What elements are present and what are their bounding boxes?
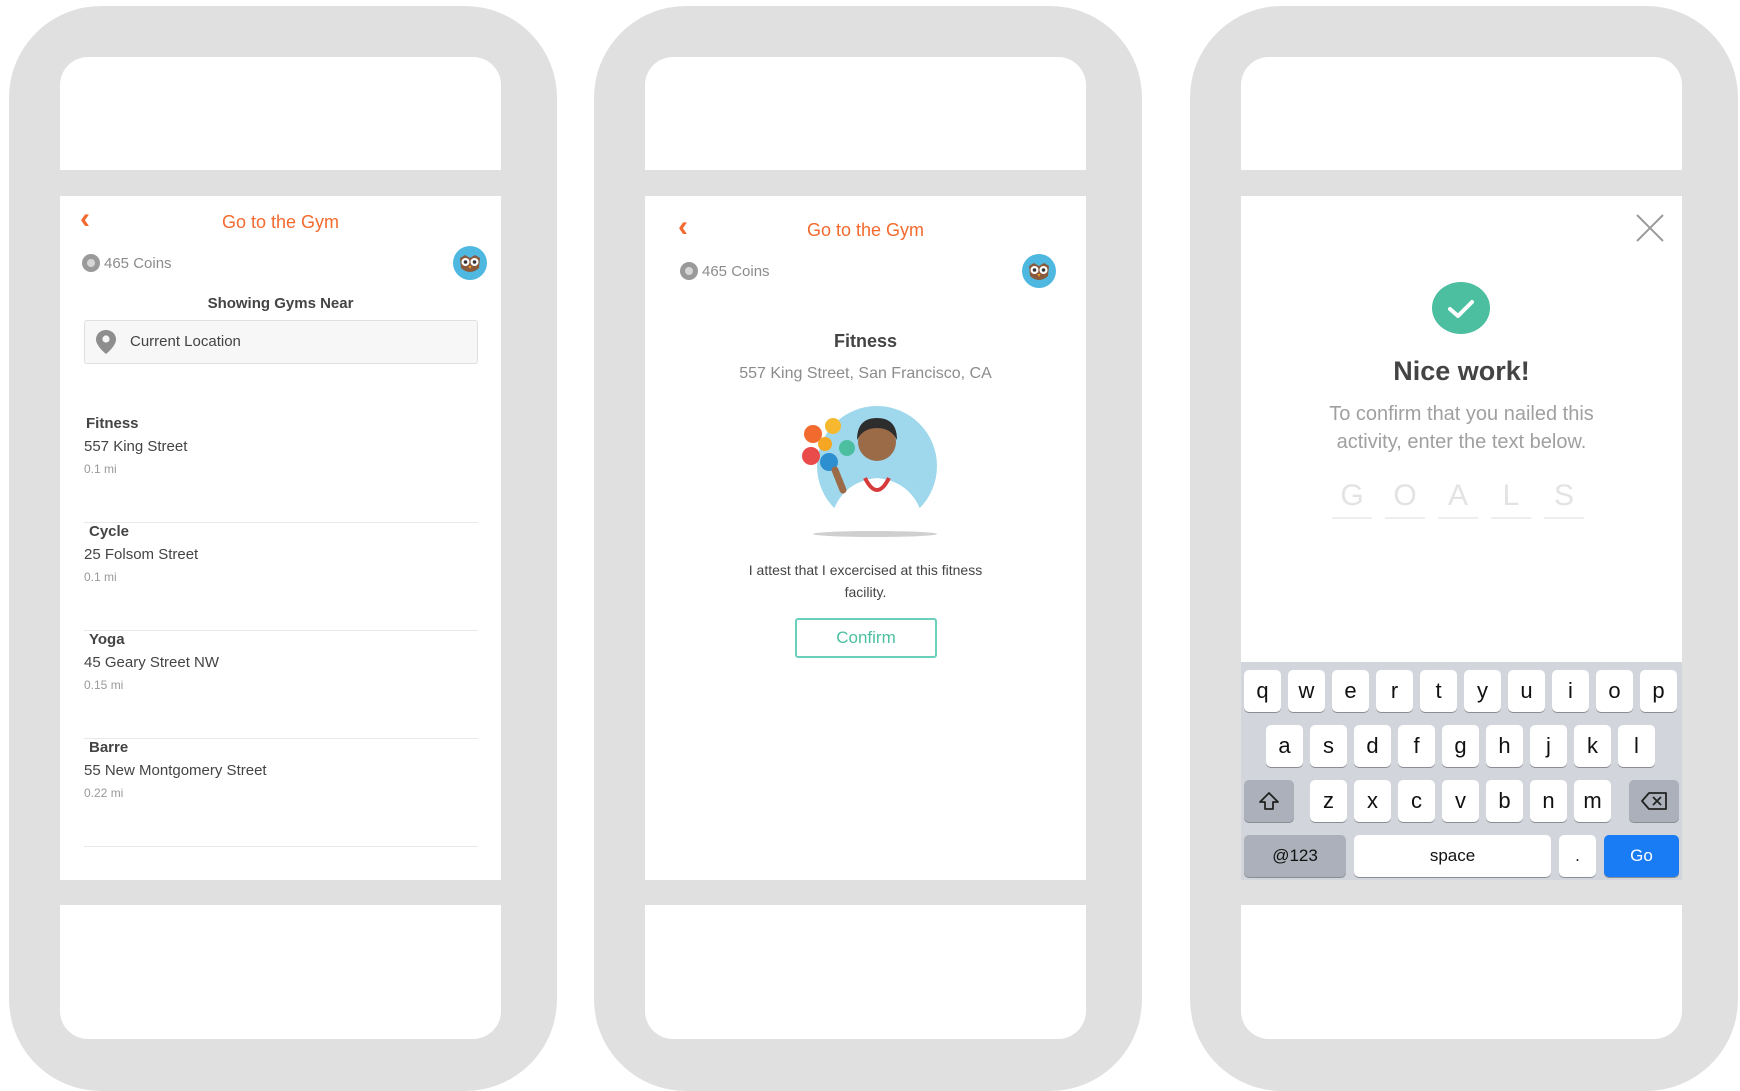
location-input[interactable]: Current Location: [84, 320, 478, 364]
key-o[interactable]: o: [1596, 670, 1633, 712]
confirm-button[interactable]: Confirm: [795, 618, 937, 658]
gym-name: Fitness: [833, 331, 898, 351]
key-d[interactable]: d: [1354, 725, 1391, 767]
gym-address: 25 Folsom Street: [84, 546, 199, 563]
gym-distance: 0.22 mi: [84, 786, 124, 800]
phone-frame-2: ‹ Go to the Gym 465 Coins Fitness 557 Ki…: [594, 6, 1142, 1091]
coin-icon: [82, 254, 100, 272]
key-u[interactable]: u: [1508, 670, 1545, 712]
key-a[interactable]: a: [1266, 725, 1303, 767]
gym-address: 55 New Montgomery Street: [84, 762, 267, 779]
gym-list-item[interactable]: Barre 55 New Montgomery Street 0.22 mi: [84, 739, 478, 847]
phone-top-area: [1241, 57, 1682, 170]
attest-text-line1: I attest that I excercised at this fitne…: [748, 562, 983, 578]
phone-top-area: [645, 57, 1086, 170]
numbers-key[interactable]: @123: [1244, 835, 1346, 877]
key-r[interactable]: r: [1376, 670, 1413, 712]
space-key[interactable]: space: [1354, 835, 1551, 877]
key-v[interactable]: v: [1442, 780, 1479, 822]
showing-near-label: Showing Gyms Near: [207, 295, 354, 312]
key-n[interactable]: n: [1530, 780, 1567, 822]
key-y[interactable]: y: [1464, 670, 1501, 712]
gym-name: Cycle: [89, 523, 130, 540]
success-heading: Nice work!: [1393, 356, 1530, 386]
coin-icon: [680, 262, 698, 280]
key-f[interactable]: f: [1398, 725, 1435, 767]
key-t[interactable]: t: [1420, 670, 1457, 712]
attest-text-line2: facility.: [844, 584, 887, 600]
phone-top-area: [60, 57, 501, 170]
code-letter-slot: S: [1544, 479, 1584, 519]
key-x[interactable]: x: [1354, 780, 1391, 822]
map-pin-icon: [95, 329, 117, 360]
coins-display: 465 Coins: [680, 262, 770, 280]
key-g[interactable]: g: [1442, 725, 1479, 767]
phone-frame-3: Nice work! To confirm that you nailed th…: [1190, 6, 1738, 1091]
coins-label: 465 Coins: [104, 254, 172, 272]
fitness-illustration: [795, 406, 945, 543]
phone-bottom-area: [1241, 905, 1682, 1039]
screen-title: Go to the Gym: [221, 212, 340, 232]
code-letter-slot: O: [1385, 479, 1425, 519]
phone-bottom-area: [60, 905, 501, 1039]
code-letter-slot: A: [1438, 479, 1478, 519]
key-w[interactable]: w: [1288, 670, 1325, 712]
backspace-icon: [1641, 792, 1667, 810]
instruction-line1: To confirm that you nailed this: [1329, 403, 1594, 425]
gym-name: Fitness: [86, 415, 139, 432]
gym-list-item[interactable]: Cycle 25 Folsom Street 0.1 mi: [84, 523, 478, 631]
key-s[interactable]: s: [1310, 725, 1347, 767]
coins-display: 465 Coins: [82, 254, 172, 272]
phone-bottom-area: [645, 905, 1086, 1039]
key-l[interactable]: l: [1618, 725, 1655, 767]
success-check-icon: [1432, 282, 1490, 339]
key-k[interactable]: k: [1574, 725, 1611, 767]
code-letter-slot: G: [1332, 479, 1372, 519]
key-e[interactable]: e: [1332, 670, 1369, 712]
close-icon[interactable]: [1634, 212, 1666, 249]
key-b[interactable]: b: [1486, 780, 1523, 822]
period-key[interactable]: .: [1559, 835, 1596, 877]
instruction-line2: activity, enter the text below.: [1336, 431, 1587, 453]
key-j[interactable]: j: [1530, 725, 1567, 767]
shift-icon: [1259, 792, 1279, 810]
key-h[interactable]: h: [1486, 725, 1523, 767]
phone-frame-1: ‹ Go to the Gym 465 Coins Showing Gyms N…: [9, 6, 557, 1091]
key-z[interactable]: z: [1310, 780, 1347, 822]
gym-list-item[interactable]: Fitness 557 King Street 0.1 mi: [84, 415, 478, 523]
key-m[interactable]: m: [1574, 780, 1611, 822]
gym-address: 45 Geary Street NW: [84, 654, 220, 671]
owl-avatar-icon[interactable]: [1022, 254, 1056, 293]
screen-title: Go to the Gym: [806, 220, 925, 240]
gym-address: 557 King Street: [84, 438, 188, 455]
owl-avatar-icon[interactable]: [453, 246, 487, 285]
code-letter-slot: L: [1491, 479, 1531, 519]
location-value: Current Location: [130, 333, 241, 350]
gym-list-screen: ‹ Go to the Gym 465 Coins Showing Gyms N…: [60, 196, 501, 880]
go-key[interactable]: Go: [1604, 835, 1679, 877]
key-q[interactable]: q: [1244, 670, 1281, 712]
gym-name: Barre: [89, 739, 129, 756]
gym-list-item[interactable]: Yoga 45 Geary Street NW 0.15 mi: [84, 631, 478, 739]
keyboard: q w e r t y u i o p a s d f g h j k l z …: [1241, 662, 1682, 880]
gym-distance: 0.15 mi: [84, 678, 124, 692]
backspace-key[interactable]: [1629, 780, 1679, 822]
key-p[interactable]: p: [1640, 670, 1677, 712]
gym-distance: 0.1 mi: [84, 462, 117, 476]
shift-key[interactable]: [1244, 780, 1294, 822]
gym-confirm-screen: ‹ Go to the Gym 465 Coins Fitness 557 Ki…: [645, 196, 1086, 880]
gym-address: 557 King Street, San Francisco, CA: [739, 365, 992, 382]
gym-name: Yoga: [89, 631, 125, 648]
verify-code-screen: Nice work! To confirm that you nailed th…: [1241, 196, 1682, 880]
coins-label: 465 Coins: [702, 262, 770, 280]
key-c[interactable]: c: [1398, 780, 1435, 822]
key-i[interactable]: i: [1552, 670, 1589, 712]
gym-distance: 0.1 mi: [84, 570, 117, 584]
